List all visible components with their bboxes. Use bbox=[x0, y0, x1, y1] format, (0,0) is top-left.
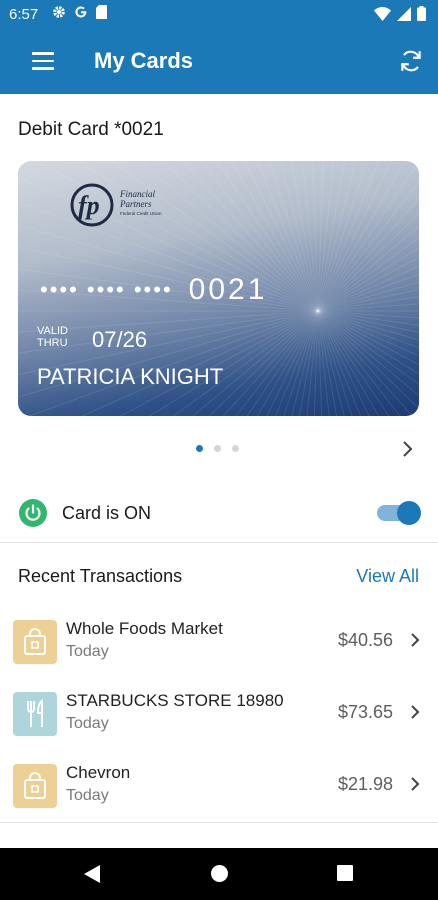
home-icon[interactable] bbox=[211, 865, 228, 882]
card-number: •••• •••• •••• 0021 bbox=[40, 273, 267, 307]
sd-card-icon bbox=[96, 5, 107, 19]
view-all-link[interactable]: View All bbox=[356, 566, 419, 587]
card-expiry: 07/26 bbox=[92, 327, 148, 352]
google-icon bbox=[75, 6, 87, 18]
system-nav-bar bbox=[0, 848, 438, 900]
pager-dot[interactable] bbox=[214, 445, 221, 452]
svg-text:fp: fp bbox=[78, 191, 100, 220]
transaction-row[interactable]: STARBUCKS STORE 18980 Today $73.65 bbox=[0, 689, 438, 761]
card-masked-digits: •••• •••• •••• bbox=[40, 277, 173, 302]
card-holder-name: PATRICIA KNIGHT bbox=[37, 364, 224, 389]
chevron-right-icon bbox=[411, 705, 420, 719]
card-status-row: Card is ON bbox=[0, 485, 438, 543]
status-icons-right bbox=[374, 6, 426, 21]
hamburger-menu-icon[interactable] bbox=[32, 52, 54, 70]
recents-icon[interactable] bbox=[337, 865, 353, 881]
signal-icon bbox=[397, 6, 411, 21]
debit-card[interactable]: fp Financial Partners Federal Credit Uni… bbox=[18, 161, 419, 416]
transactions-title: Recent Transactions bbox=[18, 566, 183, 586]
transaction-amount: $21.98 bbox=[337, 774, 393, 794]
card-logo: fp Financial Partners Federal Credit Uni… bbox=[70, 183, 162, 227]
transaction-row[interactable]: Whole Foods Market Today $40.56 bbox=[0, 617, 438, 689]
card-pager bbox=[196, 445, 239, 452]
fork-knife-icon bbox=[13, 692, 57, 736]
card-status-label: Card is ON bbox=[62, 503, 152, 523]
power-icon bbox=[19, 499, 47, 527]
wifi-icon bbox=[374, 6, 391, 21]
transaction-merchant: STARBUCKS STORE 18980 bbox=[66, 691, 284, 710]
app-bar: My Cards bbox=[0, 30, 438, 94]
card-logo-line-2: Partners bbox=[119, 199, 152, 209]
refresh-icon[interactable] bbox=[398, 48, 424, 74]
transaction-amount: $40.56 bbox=[337, 630, 393, 650]
card-header: Debit Card *0021 bbox=[18, 119, 164, 140]
chevron-right-icon[interactable] bbox=[400, 440, 414, 458]
transaction-date: Today bbox=[66, 715, 109, 732]
valid-thru-label: VALID THRU bbox=[37, 325, 68, 349]
transaction-amount: $73.65 bbox=[337, 702, 393, 722]
transaction-merchant: Whole Foods Market bbox=[66, 619, 223, 638]
page-title: My Cards bbox=[94, 48, 194, 73]
toggle-thumb bbox=[397, 501, 421, 525]
chevron-right-icon bbox=[411, 777, 420, 791]
transaction-merchant: Chevron bbox=[66, 763, 131, 782]
chevron-right-icon bbox=[411, 633, 420, 647]
battery-icon bbox=[417, 6, 426, 21]
transaction-date: Today bbox=[66, 643, 109, 660]
card-on-toggle[interactable] bbox=[377, 501, 421, 525]
shopping-bag-icon bbox=[13, 620, 57, 664]
status-bar: 6:57 bbox=[0, 0, 438, 30]
status-time: 6:57 bbox=[9, 6, 39, 23]
card-logo-line-3: Federal Credit Union bbox=[120, 211, 162, 216]
divider bbox=[0, 822, 438, 823]
back-icon[interactable] bbox=[83, 864, 101, 884]
card-last-four: 0021 bbox=[188, 273, 268, 306]
shopping-bag-icon bbox=[13, 764, 57, 808]
pager-dot[interactable] bbox=[196, 445, 203, 452]
transaction-date: Today bbox=[66, 787, 109, 804]
card-logo-line-1: Financial bbox=[119, 189, 155, 199]
status-icons-left bbox=[52, 5, 107, 19]
pager-dot[interactable] bbox=[232, 445, 239, 452]
gear-icon bbox=[53, 6, 65, 18]
